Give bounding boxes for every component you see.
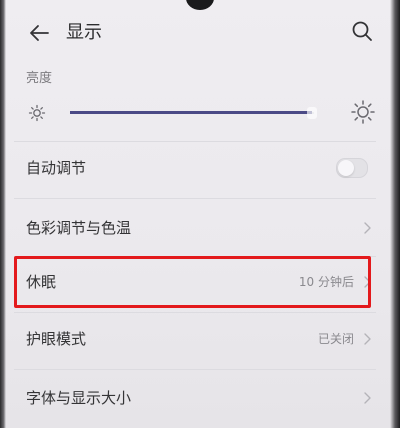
- eye-protection-label: 护眼模式: [26, 330, 87, 348]
- chevron-right-icon: [364, 222, 371, 234]
- search-button[interactable]: [349, 18, 375, 44]
- device-bezel-left: [0, 0, 6, 428]
- arrow-left-icon: [30, 25, 49, 41]
- chevron-right-icon: [364, 392, 371, 404]
- font-display-size-label: 字体与显示大小: [26, 389, 132, 407]
- font-display-size-row[interactable]: 字体与显示大小: [0, 369, 390, 427]
- sun-small-icon: [28, 104, 46, 122]
- auto-adjust-row[interactable]: 自动调节: [0, 139, 390, 197]
- device-bezel-right: [390, 0, 400, 428]
- page-title: 显示: [66, 22, 102, 43]
- color-temperature-row[interactable]: 色彩调节与色温: [0, 199, 390, 257]
- auto-adjust-label: 自动调节: [26, 159, 87, 177]
- sleep-highlight-box: [14, 256, 371, 308]
- color-temperature-label: 色彩调节与色温: [26, 219, 132, 237]
- brightness-label: 亮度: [26, 71, 53, 86]
- search-icon: [352, 21, 372, 41]
- camera-notch: [186, 0, 214, 10]
- eye-protection-value: 已关闭: [317, 332, 354, 346]
- chevron-right-icon: [364, 333, 371, 345]
- brightness-slider-fill: [70, 111, 312, 114]
- display-settings-screen: 显示 亮度 自动调节 色彩调节与色温 休眠 10 分钟后 护眼模式 已关闭 字体…: [0, 0, 400, 428]
- auto-adjust-toggle[interactable]: [336, 158, 368, 178]
- toggle-knob: [338, 160, 354, 176]
- brightness-slider-thumb[interactable]: [306, 107, 317, 119]
- brightness-slider[interactable]: [70, 107, 317, 119]
- eye-protection-row[interactable]: 护眼模式 已关闭: [0, 310, 390, 368]
- back-button[interactable]: [26, 20, 52, 46]
- sun-large-icon: [351, 100, 375, 124]
